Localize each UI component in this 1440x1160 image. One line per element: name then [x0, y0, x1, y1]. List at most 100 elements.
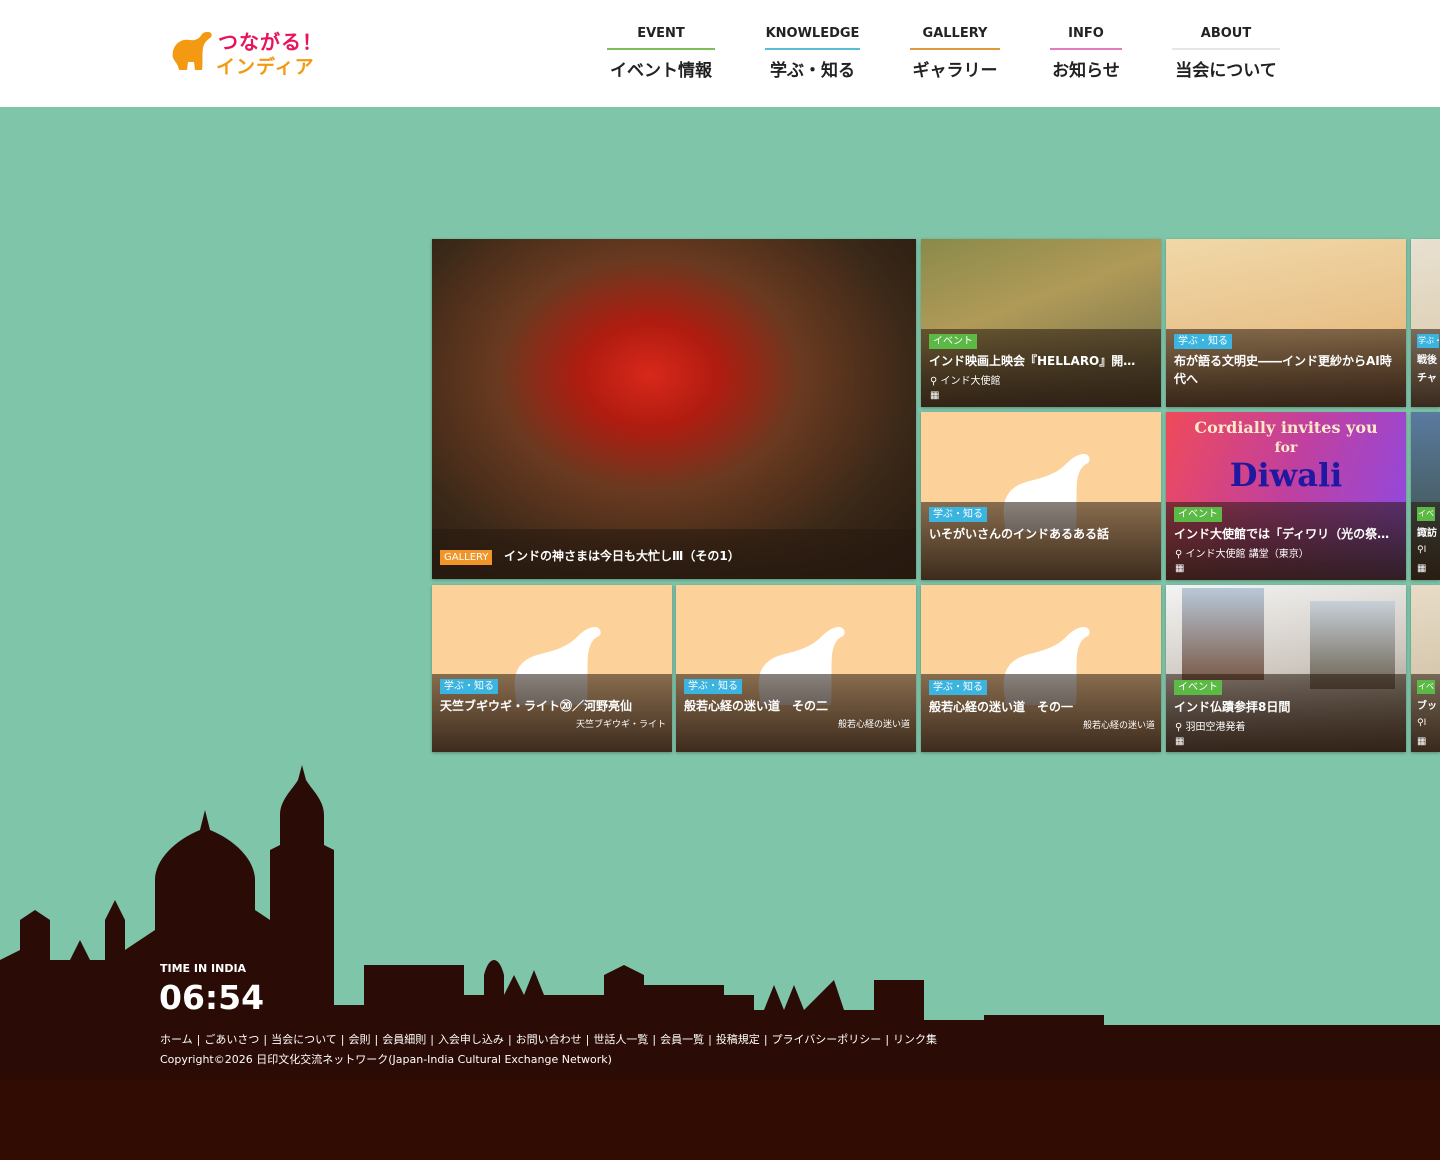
post-card[interactable]: Cordially invites you for Diwali イベント インド大… [1166, 412, 1406, 580]
logo-line1: つながる！ [218, 30, 323, 54]
site-logo[interactable]: つながる！ インディア [168, 26, 338, 78]
category-badge: イベ [1417, 680, 1435, 694]
location: ⚲ 羽田空港発着 [1175, 718, 1246, 733]
time-in-india-label: TIME IN INDIA [160, 962, 247, 975]
location-pin-icon: ⚲ [1175, 722, 1183, 733]
card-title: インド大使館では「ディワリ（光の祭典… [1174, 527, 1400, 541]
footer-link-organizers[interactable]: 世話人一覧 [593, 1033, 648, 1046]
series-name: 般若心経の迷い道 [1082, 721, 1155, 731]
footer-link-contact[interactable]: お問い合わせ [516, 1033, 582, 1046]
site-header: つながる！ インディア EVENT イベント情報 KNOWLEDGE 学ぶ・知る… [0, 0, 1440, 107]
location-pin-icon: ⚲ [1417, 718, 1424, 728]
category-badge: イベント [1174, 507, 1222, 522]
card-image [432, 239, 916, 579]
category-badge: 学ぶ・知る [929, 507, 987, 522]
nav-jp: イベント情報 [610, 61, 712, 81]
card-title: 戦後 [1417, 355, 1437, 366]
card-title: 般若心経の迷い道 その一 [929, 700, 1074, 714]
category-badge: 学ぶ・知る [440, 679, 498, 694]
series-name: 般若心経の迷い道 [837, 720, 910, 730]
photo-stupa [1182, 588, 1264, 680]
footer-bottom [0, 1080, 1440, 1160]
location-text: I [1423, 718, 1427, 728]
category-badge: 学ぶ・知る [929, 680, 987, 695]
card-title: 諏訪 [1417, 528, 1437, 539]
footer-link-rules[interactable]: 会則 [349, 1033, 371, 1046]
category-badge: イベント [929, 334, 977, 349]
location-pin-icon: ⚲ [1417, 545, 1424, 555]
nav-knowledge[interactable]: KNOWLEDGE 学ぶ・知る [765, 26, 860, 81]
footer-link-privacy[interactable]: プライバシーポリシー [772, 1033, 882, 1046]
nav-jp: 学ぶ・知る [770, 61, 855, 81]
post-card[interactable]: 学ぶ・知る いそがいさんのインドあるある話 [921, 412, 1161, 580]
nav-about[interactable]: ABOUT 当会について [1172, 26, 1280, 81]
card-title: 天竺ブギウギ・ライト⑳／河野亮仙 [440, 699, 633, 713]
calendar-icon: ▦ [1417, 736, 1427, 747]
nav-gallery[interactable]: GALLERY ギャラリー [910, 26, 1000, 81]
category-badge: 学ぶ・知る [1174, 334, 1232, 349]
footer-link-home[interactable]: ホーム [160, 1033, 193, 1046]
card-image-text: Cordially invites you for Diwali [1194, 418, 1378, 494]
location: ⚲I [1417, 545, 1426, 555]
calendar-icon: ▦ [930, 390, 940, 401]
location-text: 羽田空港発着 [1185, 722, 1246, 733]
calendar-icon: ▦ [1175, 736, 1185, 747]
footer-link-members[interactable]: 会員一覧 [660, 1033, 704, 1046]
post-card[interactable]: イベ ブッ ⚲I ▦ [1411, 585, 1440, 752]
nav-underline [910, 48, 1000, 50]
post-card[interactable]: イベ 諏訪 ⚲I ▦ [1411, 412, 1440, 580]
card-title: 般若心経の迷い道 その二 [684, 699, 829, 713]
nav-jp: ギャラリー [912, 61, 998, 81]
location-text: インド大使館 [940, 376, 1001, 387]
category-badge: GALLERY [440, 550, 493, 565]
card-title: インド仏蹟参拝8日間 [1174, 700, 1291, 714]
nav-event[interactable]: EVENT イベント情報 [607, 26, 715, 81]
nav-jp: 当会について [1175, 61, 1277, 81]
calendar-icon: ▦ [1175, 563, 1185, 574]
nav-en: EVENT [637, 26, 685, 41]
card-title: インド映画上映会『HELLARO』開… [929, 354, 1136, 368]
footer-links: ホーム | ごあいさつ | 当会について | 会則 | 会員細則 | 入会申し込み | お問い合わせ | 世… [160, 1033, 938, 1046]
category-badge: 学ぶ・知る [1417, 334, 1439, 348]
post-card[interactable]: イベント インド映画上映会『HELLARO』開… ⚲ インド大使館 ▦ [921, 239, 1161, 407]
category-badge: イベ [1417, 507, 1435, 521]
nav-jp: お知らせ [1052, 61, 1120, 81]
card-title: いそがいさんのインドあるある話 [929, 527, 1110, 541]
india-time: 06:54 [159, 978, 265, 1017]
location-pin-icon: ⚲ [1175, 549, 1183, 560]
copyright: Copyright©2026 日印文化交流ネットワーク(Japan-India … [160, 1053, 612, 1066]
post-card[interactable]: 学ぶ・知る 戦後 チャ [1411, 239, 1440, 407]
footer-link-join[interactable]: 入会申し込み [438, 1033, 504, 1046]
location: ⚲ インド大使館 [930, 372, 1001, 387]
nav-underline [607, 48, 715, 50]
card-title: ブッ [1417, 701, 1437, 712]
nav-en: KNOWLEDGE [765, 26, 860, 41]
location: ⚲ インド大使館 講堂（東京） [1175, 545, 1309, 560]
footer-link-posting-rules[interactable]: 投稿規定 [716, 1033, 760, 1046]
calendar-icon: ▦ [1417, 563, 1427, 574]
elephant-logo-icon [172, 32, 212, 70]
card-title: インドの神さまは今日も大忙しⅢ（その1） [504, 549, 740, 563]
post-card[interactable]: 学ぶ・知る 般若心経の迷い道 その二 般若心経の迷い道 [676, 585, 916, 752]
footer-link-about[interactable]: 当会について [271, 1033, 337, 1046]
logo-line2: インディア [216, 56, 315, 78]
series-name: 天竺ブギウギ・ライト [575, 720, 666, 730]
footer-link-links[interactable]: リンク集 [893, 1033, 937, 1046]
post-card[interactable]: イベント インド仏蹟参拝8日間 ⚲ 羽田空港発着 ▦ [1166, 585, 1406, 752]
footer-link-member-rules[interactable]: 会員細則 [382, 1033, 426, 1046]
post-card[interactable]: 学ぶ・知る 般若心経の迷い道 その一 般若心経の迷い道 [921, 585, 1161, 752]
footer-link-greeting[interactable]: ごあいさつ [204, 1033, 259, 1046]
post-card[interactable]: GALLERY インドの神さまは今日も大忙しⅢ（その1） [432, 239, 916, 579]
post-card[interactable]: 学ぶ・知る 天竺ブギウギ・ライト⑳／河野亮仙 天竺ブギウギ・ライト [432, 585, 672, 752]
card-title-line2: チャ [1417, 373, 1437, 384]
category-badge: イベント [1174, 680, 1222, 695]
location: ⚲I [1417, 718, 1426, 728]
nav-info[interactable]: INFO お知らせ [1050, 26, 1122, 81]
nav-underline [1172, 48, 1280, 50]
location-pin-icon: ⚲ [930, 376, 938, 387]
card-title: 布が語る文明史――インド更紗からAI時代へ [1174, 354, 1392, 386]
nav-en: GALLERY [922, 26, 988, 41]
post-card[interactable]: 学ぶ・知る 布が語る文明史――インド更紗からAI時代へ [1166, 239, 1406, 407]
location-text: インド大使館 講堂（東京） [1185, 549, 1309, 560]
nav-underline [1050, 48, 1122, 50]
